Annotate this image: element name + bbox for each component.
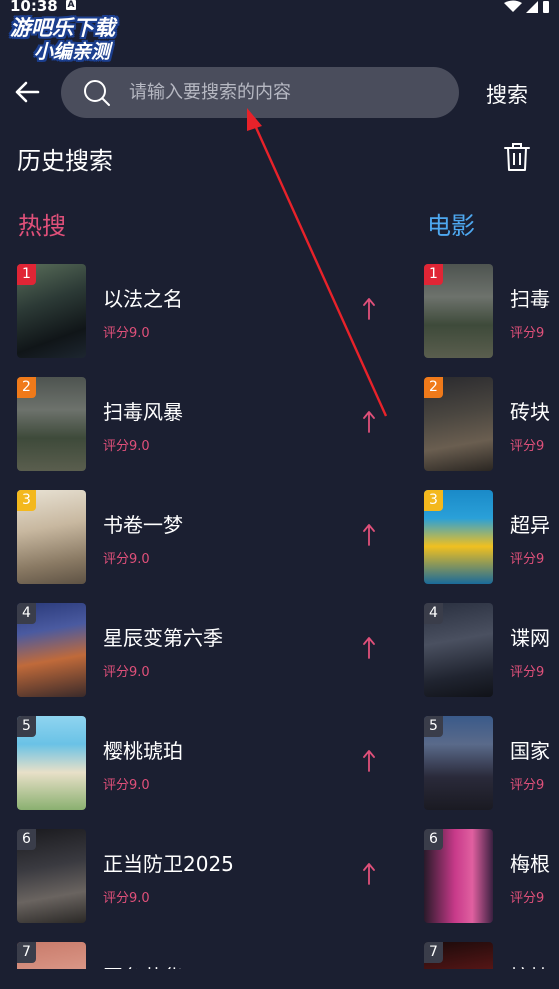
- movie-item-3[interactable]: 3 超异 评分9: [424, 490, 559, 584]
- item-title: 书卷一梦: [103, 513, 183, 537]
- poster-image: 3: [424, 490, 493, 584]
- watermark-logo: 游吧乐下载 小编亲测: [8, 12, 148, 68]
- rank-badge: 3: [424, 490, 443, 511]
- search-box[interactable]: [61, 67, 459, 118]
- trend-up-icon: [363, 298, 375, 320]
- item-title: 梅根: [510, 852, 550, 876]
- item-score: 评分9.0: [103, 891, 150, 906]
- hot-search-title: 热搜: [18, 212, 66, 240]
- poster-image: 6: [17, 829, 86, 923]
- trend-up-icon: [363, 863, 375, 885]
- rank-badge: 6: [17, 829, 36, 850]
- item-title: 樱桃琥珀: [103, 739, 183, 763]
- item-score: 评分9: [510, 439, 545, 454]
- item-score: 评分9.0: [103, 552, 150, 567]
- item-title: 国家: [510, 739, 550, 763]
- signal-icon: [526, 1, 538, 13]
- item-title: 砖块: [510, 400, 550, 424]
- hot-item-5[interactable]: 5 樱桃琥珀 评分9.0: [17, 716, 397, 810]
- poster-image: 1: [424, 264, 493, 358]
- movie-item-5[interactable]: 5 国家 评分9: [424, 716, 559, 810]
- search-input[interactable]: [129, 79, 429, 105]
- hot-item-6[interactable]: 6 正当防卫2025 评分9.0: [17, 829, 397, 923]
- search-button[interactable]: 搜索: [486, 79, 528, 109]
- item-title: 惊悚: [510, 961, 559, 969]
- item-score: 评分9.0: [103, 778, 150, 793]
- status-icons: [504, 0, 549, 13]
- history-title: 历史搜索: [17, 147, 113, 175]
- rank-badge: 5: [424, 716, 443, 737]
- rank-badge: 3: [17, 490, 36, 511]
- poster-image: 4: [424, 603, 493, 697]
- notification-icon: A: [66, 0, 76, 10]
- item-score: 评分9: [510, 552, 545, 567]
- trend-up-icon: [363, 750, 375, 772]
- rank-badge: 5: [17, 716, 36, 737]
- watermark-line2: 小编亲测: [34, 41, 111, 63]
- item-title: 正当防卫2025: [103, 852, 234, 876]
- search-icon: [84, 80, 110, 106]
- item-score: 评分9: [510, 778, 545, 793]
- rank-badge: 2: [17, 377, 36, 398]
- poster-image: 3: [17, 490, 86, 584]
- poster-image: 2: [424, 377, 493, 471]
- poster-image: 7: [17, 942, 86, 969]
- rank-badge: 1: [17, 264, 36, 285]
- hot-item-4[interactable]: 4 星辰变第六季 评分9.0: [17, 603, 397, 697]
- poster-image: 5: [17, 716, 86, 810]
- trend-up-icon: [363, 411, 375, 433]
- trend-up-icon: [363, 637, 375, 659]
- hot-item-2[interactable]: 2 扫毒风暴 评分9.0: [17, 377, 397, 471]
- wifi-icon: [504, 0, 522, 12]
- rank-badge: 7: [424, 942, 443, 963]
- item-title: 超异: [510, 513, 550, 537]
- rank-badge: 6: [424, 829, 443, 850]
- hot-item-7[interactable]: 7 国色芳华: [17, 942, 397, 969]
- trash-icon[interactable]: [502, 141, 532, 173]
- item-score: 评分9.0: [103, 665, 150, 680]
- movie-item-7[interactable]: 7 惊悚: [424, 942, 559, 969]
- rank-badge: 1: [424, 264, 443, 285]
- movie-item-1[interactable]: 1 扫毒 评分9: [424, 264, 559, 358]
- hot-item-3[interactable]: 3 书卷一梦 评分9.0: [17, 490, 397, 584]
- movie-section-title[interactable]: 电影: [427, 206, 475, 241]
- rank-badge: 7: [17, 942, 36, 963]
- poster-image: 1: [17, 264, 86, 358]
- back-button[interactable]: [10, 74, 46, 110]
- rank-badge: 4: [17, 603, 36, 624]
- item-title: 以法之名: [103, 287, 183, 311]
- hot-item-1[interactable]: 1 以法之名 评分9.0: [17, 264, 397, 358]
- poster-image: 2: [17, 377, 86, 471]
- poster-image: 6: [424, 829, 493, 923]
- item-title: 谍网: [510, 626, 550, 650]
- item-title: 星辰变第六季: [103, 626, 223, 650]
- trend-up-icon: [363, 524, 375, 546]
- poster-image: 7: [424, 942, 493, 969]
- poster-image: 4: [17, 603, 86, 697]
- item-score: 评分9: [510, 891, 545, 906]
- item-title: 国色芳华: [103, 961, 183, 969]
- battery-icon: [543, 1, 549, 13]
- item-score: 评分9: [510, 665, 545, 680]
- rank-badge: 4: [424, 603, 443, 624]
- item-score: 评分9.0: [103, 326, 150, 341]
- movie-item-6[interactable]: 6 梅根 评分9: [424, 829, 559, 923]
- movie-item-4[interactable]: 4 谍网 评分9: [424, 603, 559, 697]
- movie-item-2[interactable]: 2 砖块 评分9: [424, 377, 559, 471]
- poster-image: 5: [424, 716, 493, 810]
- back-arrow-icon: [15, 81, 40, 103]
- item-score: 评分9.0: [103, 439, 150, 454]
- item-score: 评分9: [510, 326, 545, 341]
- item-title: 扫毒风暴: [103, 400, 183, 424]
- item-title: 扫毒: [510, 287, 550, 311]
- rank-badge: 2: [424, 377, 443, 398]
